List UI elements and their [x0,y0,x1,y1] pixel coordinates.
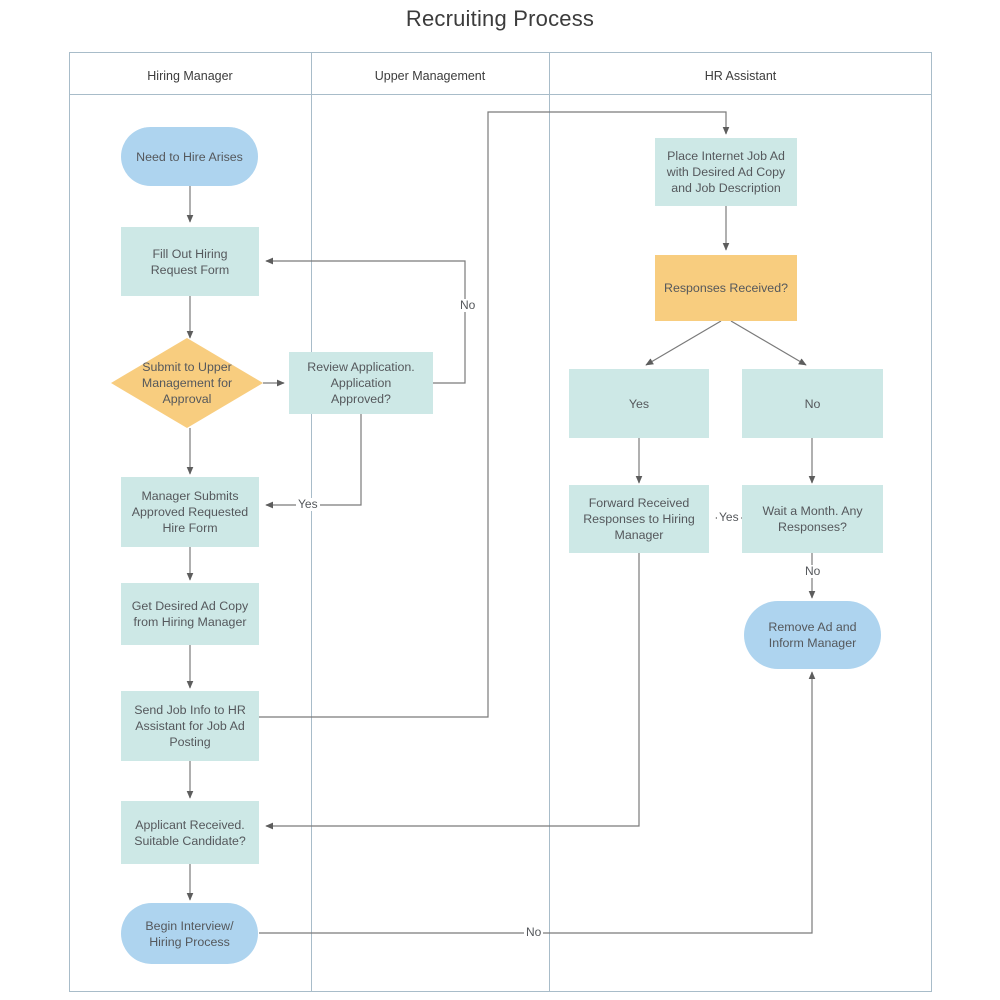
node-responses-received[interactable]: Responses Received? [655,255,797,321]
node-label: Submit to Upper Management for Approval [141,360,233,406]
node-wait-a-month-any-responses[interactable]: Wait a Month. Any Responses? [742,485,883,553]
node-submit-to-upper-management-for-approval[interactable]: Submit to Upper Management for Approval [111,338,263,428]
edge-label-wait-no: No [803,564,823,578]
edge-responses-to-yes [645,320,722,366]
node-need-to-hire-arises[interactable]: Need to Hire Arises [121,127,258,186]
edge-candidate-no [259,671,816,934]
node-place-internet-job-ad[interactable]: Place Internet Job Ad with Desired Ad Co… [655,138,797,206]
edge-responses-to-no [730,320,807,366]
node-responses-no[interactable]: No [742,369,883,438]
node-review-application-application-approved[interactable]: Review Application. Application Approved… [289,352,433,414]
node-manager-submits-approved-requested-hire-form[interactable]: Manager Submits Approved Requested Hire … [121,477,259,547]
edge-label-wait-yes: Yes [717,510,741,524]
node-forward-received-responses-to-hiring-manager[interactable]: Forward Received Responses to Hiring Man… [569,485,709,553]
flowchart-canvas: Recruiting Process Hiring Manager Upper … [0,0,1000,1000]
edge-label-review-no: No [458,298,478,312]
node-get-desired-ad-copy-from-hiring-manager[interactable]: Get Desired Ad Copy from Hiring Manager [121,583,259,645]
node-begin-interview-hiring-process[interactable]: Begin Interview/ Hiring Process [121,903,258,964]
edge-review-yes [265,414,362,509]
edge-label-candidate-no: No [524,925,544,939]
node-send-job-info-to-hr-assistant-for-job-ad-posting[interactable]: Send Job Info to HR Assistant for Job Ad… [121,691,259,761]
node-applicant-received-suitable-candidate[interactable]: Applicant Received. Suitable Candidate? [121,801,259,864]
edge-label-review-yes: Yes [296,497,320,511]
node-responses-yes[interactable]: Yes [569,369,709,438]
node-fill-out-hiring-request-form[interactable]: Fill Out Hiring Request Form [121,227,259,296]
edge-forward-to-applicant [265,553,640,830]
node-remove-ad-and-inform-manager[interactable]: Remove Ad and Inform Manager [744,601,881,669]
